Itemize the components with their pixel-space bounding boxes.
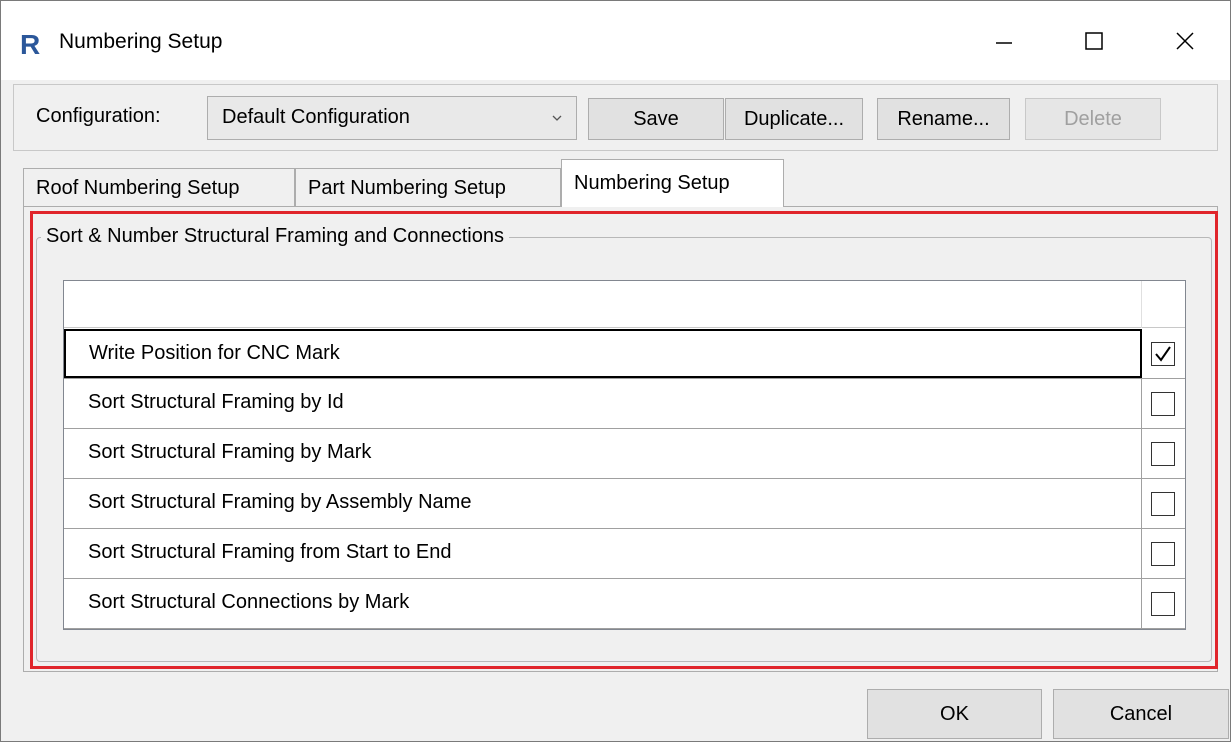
tab-numbering-setup[interactable]: Numbering Setup bbox=[561, 159, 784, 207]
svg-text:R: R bbox=[20, 29, 40, 57]
chevron-down-icon bbox=[552, 115, 562, 121]
tab-strip: Roof Numbering Setup Part Numbering Setu… bbox=[23, 159, 823, 207]
red-highlight-frame bbox=[30, 211, 1218, 669]
tab-roof-numbering-setup[interactable]: Roof Numbering Setup bbox=[23, 168, 295, 206]
configuration-toolbar: Configuration: Default Configuration Sav… bbox=[13, 84, 1218, 151]
maximize-button[interactable] bbox=[1049, 1, 1139, 80]
cancel-button[interactable]: Cancel bbox=[1053, 689, 1229, 739]
configuration-dropdown-value: Default Configuration bbox=[222, 106, 410, 128]
duplicate-button[interactable]: Duplicate... bbox=[725, 98, 863, 140]
tab-part-numbering-setup[interactable]: Part Numbering Setup bbox=[295, 168, 561, 206]
window-title: Numbering Setup bbox=[59, 30, 223, 53]
title-bar[interactable]: R Numbering Setup bbox=[1, 1, 1230, 80]
save-button[interactable]: Save bbox=[588, 98, 724, 140]
rename-button[interactable]: Rename... bbox=[877, 98, 1010, 140]
close-icon bbox=[1176, 31, 1194, 50]
minimize-icon bbox=[996, 41, 1012, 44]
configuration-label: Configuration: bbox=[36, 105, 161, 127]
minimize-button[interactable] bbox=[959, 1, 1049, 80]
revit-app-icon: R bbox=[20, 29, 40, 57]
ok-button[interactable]: OK bbox=[867, 689, 1042, 739]
configuration-dropdown[interactable]: Default Configuration bbox=[207, 96, 577, 140]
maximize-icon bbox=[1085, 31, 1103, 50]
numbering-setup-dialog: R Numbering Setup Configuration: Default… bbox=[0, 0, 1231, 742]
close-button[interactable] bbox=[1140, 1, 1230, 80]
delete-button[interactable]: Delete bbox=[1025, 98, 1161, 140]
